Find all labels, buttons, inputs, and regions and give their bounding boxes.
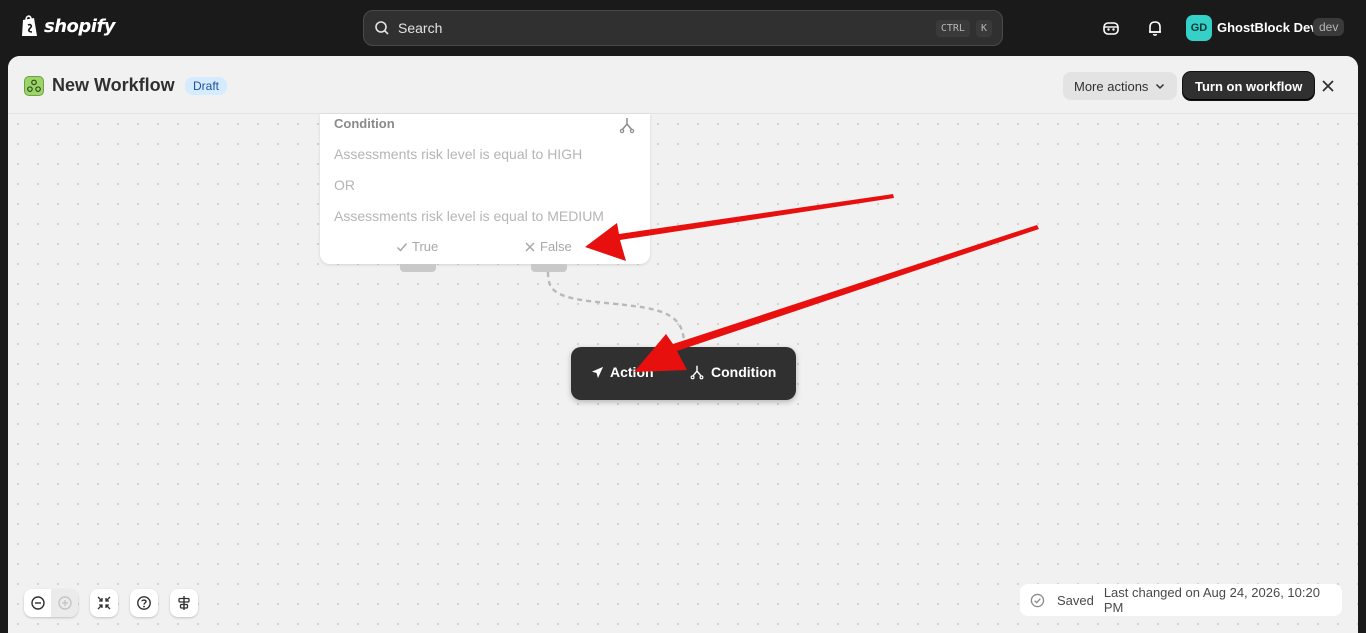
true-branch-handle[interactable] bbox=[400, 264, 436, 272]
true-branch[interactable]: True bbox=[396, 239, 438, 254]
chevron-down-icon bbox=[1156, 83, 1165, 90]
more-actions-button[interactable]: More actions bbox=[1063, 72, 1178, 100]
false-label: False bbox=[540, 239, 572, 254]
workflow-canvas[interactable]: Condition Assessments risk level is equa… bbox=[8, 114, 1358, 633]
zoom-in-icon bbox=[57, 596, 72, 610]
bell-icon[interactable] bbox=[1145, 18, 1165, 38]
store-name[interactable]: GhostBlock Dev bbox=[1217, 20, 1317, 35]
collapse-icon bbox=[97, 596, 111, 610]
condition-rule-2: Assessments risk level is equal to MEDIU… bbox=[334, 208, 604, 224]
search-bar[interactable]: Search CTRL K bbox=[363, 10, 1003, 46]
true-label: True bbox=[412, 239, 439, 254]
shortcut-k: K bbox=[975, 19, 992, 37]
search-placeholder: Search bbox=[398, 20, 443, 36]
zoom-in-button[interactable] bbox=[51, 589, 78, 617]
align-button[interactable] bbox=[170, 589, 198, 617]
check-icon bbox=[396, 242, 408, 252]
status-badge: Draft bbox=[185, 77, 228, 95]
check-circle-icon bbox=[1030, 593, 1045, 607]
condition-label: Condition bbox=[711, 364, 777, 380]
false-branch-handle[interactable] bbox=[531, 264, 567, 272]
top-bar: shopify Search CTRL K GD GhostBlock Dev … bbox=[0, 0, 1366, 56]
editor-header: New Workflow Draft More actions Turn on … bbox=[8, 56, 1358, 114]
shortcut-ctrl: CTRL bbox=[935, 19, 970, 37]
search-icon bbox=[375, 21, 389, 35]
zoom-out-icon bbox=[30, 596, 45, 610]
shopify-logo[interactable]: shopify bbox=[20, 14, 116, 38]
more-actions-label: More actions bbox=[1074, 78, 1149, 94]
last-changed-text: Last changed on Aug 24, 2026, 10:20 PM bbox=[1103, 585, 1320, 615]
send-arrow-icon bbox=[591, 366, 604, 378]
align-center-icon bbox=[178, 596, 190, 610]
condition-operator: OR bbox=[334, 177, 355, 193]
turn-on-workflow-button[interactable]: Turn on workflow bbox=[1183, 72, 1315, 100]
page-title: New Workflow bbox=[52, 75, 175, 95]
condition-title: Condition bbox=[334, 116, 395, 131]
brand-wordmark: shopify bbox=[44, 15, 116, 37]
zoom-controls bbox=[24, 589, 78, 617]
saved-text: Saved bbox=[1056, 592, 1094, 608]
help-icon bbox=[137, 596, 151, 610]
false-branch[interactable]: False bbox=[524, 239, 572, 254]
add-condition-button[interactable]: Condition bbox=[689, 364, 776, 380]
add-action-button[interactable]: Action bbox=[591, 364, 654, 380]
condition-rule-1: Assessments risk level is equal to HIGH bbox=[334, 146, 583, 162]
help-button[interactable] bbox=[130, 589, 158, 617]
action-label: Action bbox=[610, 364, 654, 380]
store-avatar[interactable]: GD bbox=[1186, 15, 1212, 41]
workflow-editor: New Workflow Draft More actions Turn on … bbox=[8, 56, 1358, 633]
sidekick-icon[interactable] bbox=[1101, 18, 1121, 38]
workflow-icon bbox=[24, 76, 44, 96]
zoom-out-button[interactable] bbox=[24, 589, 51, 617]
branch-icon bbox=[690, 365, 704, 380]
branch-icon bbox=[619, 118, 635, 134]
save-status: Saved Last changed on Aug 24, 2026, 10:2… bbox=[1020, 584, 1342, 616]
add-step-popover: Action Condition bbox=[571, 347, 796, 400]
x-icon bbox=[525, 241, 535, 252]
fit-view-button[interactable] bbox=[90, 589, 118, 617]
condition-card[interactable]: Condition Assessments risk level is equa… bbox=[320, 114, 650, 264]
close-icon[interactable] bbox=[1318, 76, 1338, 96]
store-badge: dev bbox=[1313, 18, 1345, 36]
shopify-bag-icon bbox=[22, 15, 37, 36]
